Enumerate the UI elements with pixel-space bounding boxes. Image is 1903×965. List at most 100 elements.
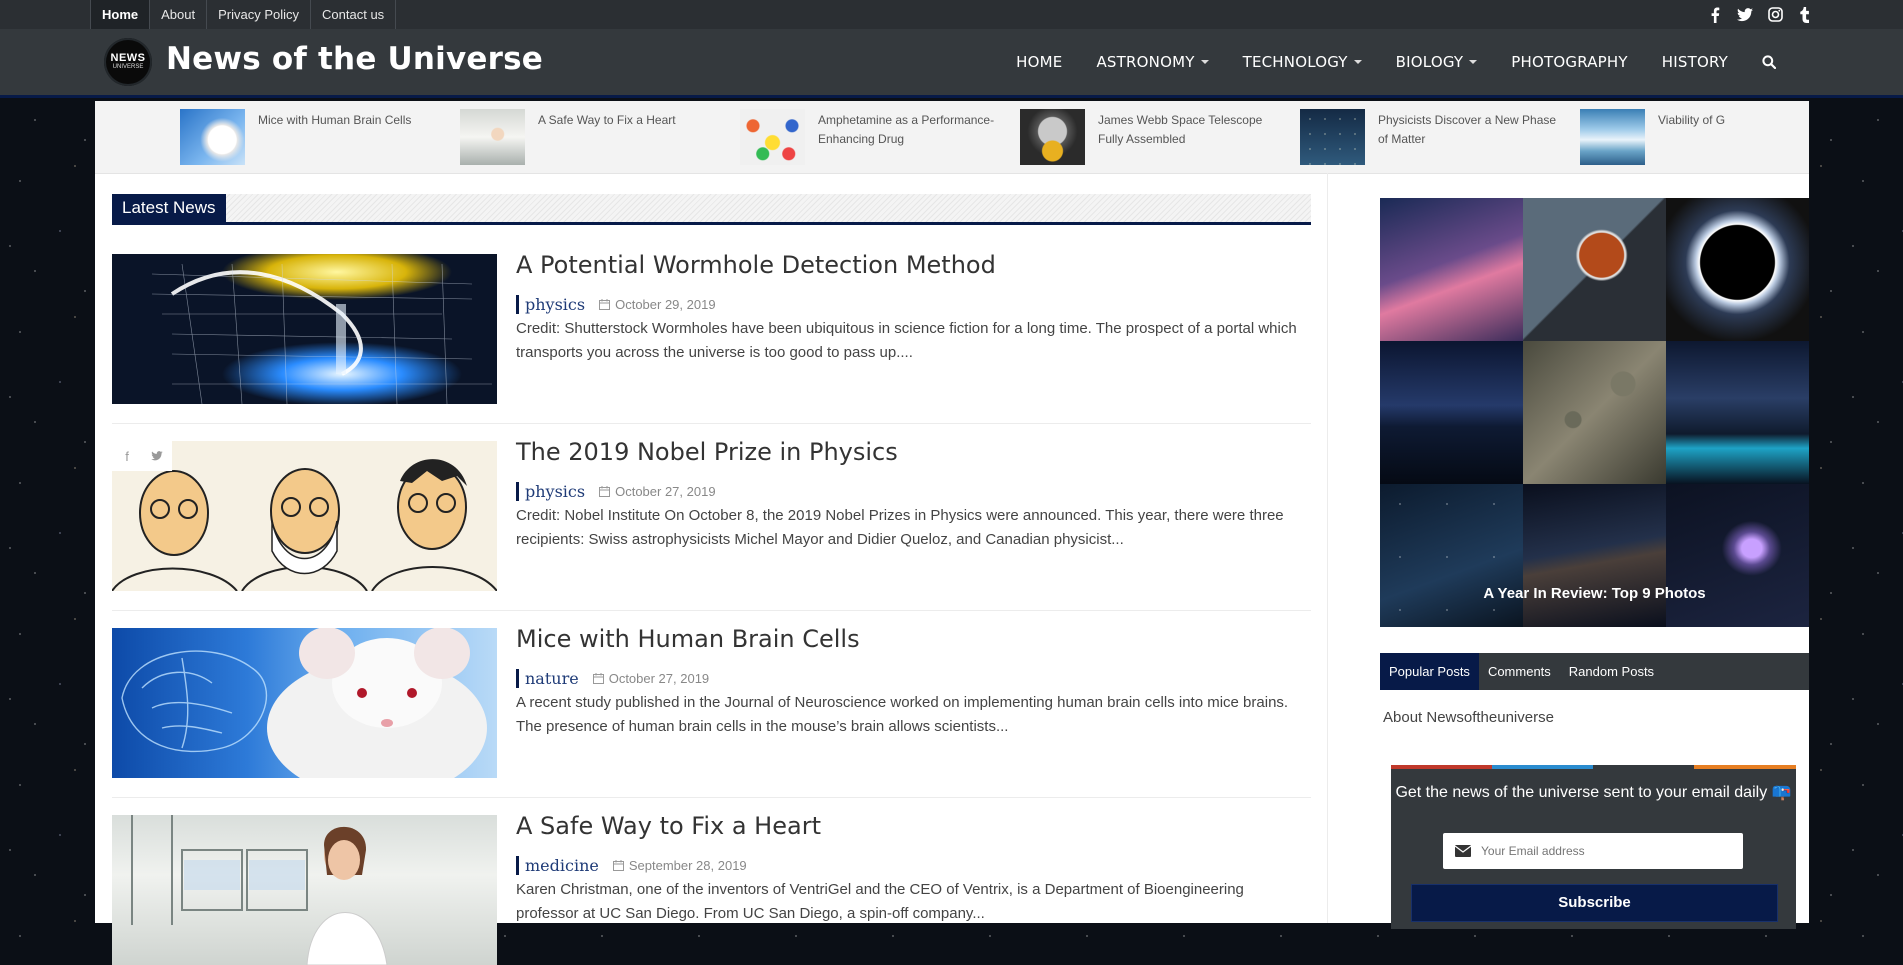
post-category[interactable]: physics — [516, 294, 585, 314]
facebook-icon[interactable] — [1707, 7, 1723, 23]
gallery-caption[interactable]: A Year In Review: Top 9 Photos — [1380, 585, 1809, 602]
instagram-icon[interactable] — [1767, 7, 1783, 23]
post-date-text: October 29, 2019 — [615, 296, 716, 312]
ticker-title: Mice with Human Brain Cells — [258, 113, 412, 127]
gallery-photo[interactable] — [1666, 198, 1809, 341]
post-divider — [112, 610, 1311, 611]
post-date-text: September 28, 2019 — [628, 857, 747, 873]
nav-biology-label: BIOLOGY — [1395, 53, 1464, 71]
gallery-photo[interactable] — [1380, 484, 1523, 627]
gallery-photo[interactable] — [1380, 341, 1523, 484]
top-link-home[interactable]: Home — [90, 0, 151, 29]
social-links — [1707, 0, 1813, 29]
post-thumbnail[interactable] — [112, 628, 497, 778]
facebook-share-icon[interactable]: f — [112, 441, 142, 471]
post-date: October 29, 2019 — [599, 296, 716, 312]
calendar-icon — [599, 485, 611, 497]
caret-down-icon — [1353, 60, 1362, 64]
site-title[interactable]: News of the Universe — [166, 41, 543, 77]
nav-home[interactable]: HOME — [999, 53, 1079, 71]
gallery-photo[interactable] — [1523, 484, 1666, 627]
nav-astronomy[interactable]: ASTRONOMY — [1079, 53, 1225, 71]
nav-history[interactable]: HISTORY — [1645, 53, 1745, 71]
ticker-item[interactable]: A Safe Way to Fix a Heart — [460, 109, 730, 165]
top-link-about[interactable]: About — [150, 0, 208, 29]
ticker-title: Amphetamine as a Performance-Enhancing D… — [818, 113, 995, 146]
post-date: October 27, 2019 — [592, 671, 709, 686]
nav-photography[interactable]: PHOTOGRAPHY — [1494, 53, 1645, 71]
post-thumbnail[interactable] — [112, 254, 497, 404]
post-title[interactable]: The 2019 Nobel Prize in Physics — [516, 438, 898, 466]
post-category[interactable]: nature — [516, 668, 579, 688]
top-bar: Home About Privacy Policy Contact us — [0, 0, 1903, 29]
tumblr-icon[interactable] — [1797, 6, 1813, 23]
tab-comments[interactable]: Comments — [1479, 653, 1560, 690]
nav-home-label: HOME — [1016, 53, 1063, 71]
ticker-title: A Safe Way to Fix a Heart — [538, 113, 676, 127]
ticker-thumbnail — [460, 109, 525, 165]
about-link[interactable]: About Newsoftheuniverse — [1383, 709, 1554, 726]
photo-gallery[interactable] — [1380, 198, 1809, 627]
gallery-photo[interactable] — [1380, 198, 1523, 341]
post-ticker: Mice with Human Brain Cells A Safe Way t… — [95, 101, 1809, 174]
ticker-item[interactable]: James Webb Space Telescope Fully Assembl… — [1020, 109, 1290, 165]
post-item: f The 2019 Nobel Prize in Physics physic… — [112, 438, 1311, 591]
post-excerpt: Credit: Nobel Institute On October 8, th… — [516, 507, 1284, 548]
gallery-photo[interactable] — [1666, 341, 1809, 484]
twitter-share-icon[interactable] — [142, 441, 172, 471]
twitter-icon[interactable] — [1737, 7, 1753, 23]
ticker-title: Physicists Discover a New Phase of Matte… — [1378, 113, 1557, 146]
search-icon — [1762, 55, 1776, 69]
top-link-contact-us[interactable]: Contact us — [311, 0, 397, 29]
subscribe-widget: Get the news of the universe sent to you… — [1391, 765, 1796, 929]
ticker-thumbnail — [180, 109, 245, 165]
section-title: Latest News — [112, 194, 226, 222]
logo-text-universe: UNIVERSE — [112, 64, 144, 70]
nav-technology-label: TECHNOLOGY — [1242, 53, 1348, 71]
ticker-thumbnail — [1580, 109, 1645, 165]
nav-photography-label: PHOTOGRAPHY — [1511, 53, 1628, 71]
search-button[interactable] — [1745, 55, 1793, 69]
ticker-thumbnail — [740, 109, 805, 165]
post-excerpt: Credit: Shutterstock Wormholes have been… — [516, 320, 1297, 361]
ticker-item[interactable]: Amphetamine as a Performance-Enhancing D… — [740, 109, 1010, 165]
post-title[interactable]: Mice with Human Brain Cells — [516, 625, 860, 653]
nav-technology[interactable]: TECHNOLOGY — [1226, 53, 1379, 71]
email-field[interactable] — [1443, 833, 1743, 869]
ticker-item[interactable]: Mice with Human Brain Cells — [180, 109, 450, 165]
post-meta: nature October 27, 2019 — [516, 668, 709, 688]
nav-biology[interactable]: BIOLOGY — [1379, 53, 1495, 71]
caret-down-icon — [1469, 60, 1478, 64]
latest-news-header: Latest News — [112, 194, 1311, 225]
gallery-photo[interactable] — [1523, 198, 1666, 341]
tab-random-posts[interactable]: Random Posts — [1560, 653, 1663, 690]
subscribe-title: Get the news of the universe sent to you… — [1395, 784, 1792, 801]
post-title[interactable]: A Safe Way to Fix a Heart — [516, 812, 821, 840]
post-date-text: October 27, 2019 — [615, 483, 716, 499]
post-item: Mice with Human Brain Cells nature Octob… — [112, 625, 1311, 778]
main-nav: HOME ASTRONOMY TECHNOLOGY BIOLOGY PHOTOG… — [999, 29, 1793, 95]
site-logo[interactable]: NEWS UNIVERSE — [104, 38, 152, 86]
post-meta: medicine September 28, 2019 — [516, 855, 747, 875]
post-thumbnail[interactable]: f — [112, 441, 497, 591]
tab-popular-posts[interactable]: Popular Posts — [1380, 653, 1479, 690]
share-buttons: f — [112, 441, 172, 471]
color-stripe — [1492, 765, 1593, 769]
color-stripe — [1694, 765, 1796, 769]
gallery-photo[interactable] — [1523, 341, 1666, 484]
top-link-privacy-policy[interactable]: Privacy Policy — [207, 0, 312, 29]
calendar-icon — [592, 672, 604, 684]
site-header: NEWS UNIVERSE News of the Universe HOME … — [0, 29, 1903, 98]
email-input[interactable] — [1479, 843, 1733, 859]
gallery-photo[interactable] — [1666, 484, 1809, 627]
ticker-item[interactable]: Viability of G — [1580, 109, 1809, 165]
subscribe-button[interactable]: Subscribe — [1411, 884, 1778, 922]
post-category[interactable]: physics — [516, 481, 585, 501]
post-title[interactable]: A Potential Wormhole Detection Method — [516, 251, 996, 279]
ticker-item[interactable]: Physicists Discover a New Phase of Matte… — [1300, 109, 1570, 165]
envelope-icon — [1455, 845, 1471, 857]
post-divider — [112, 797, 1311, 798]
post-category[interactable]: medicine — [516, 855, 599, 875]
post-thumbnail[interactable] — [112, 815, 497, 965]
post-date: September 28, 2019 — [612, 857, 747, 873]
